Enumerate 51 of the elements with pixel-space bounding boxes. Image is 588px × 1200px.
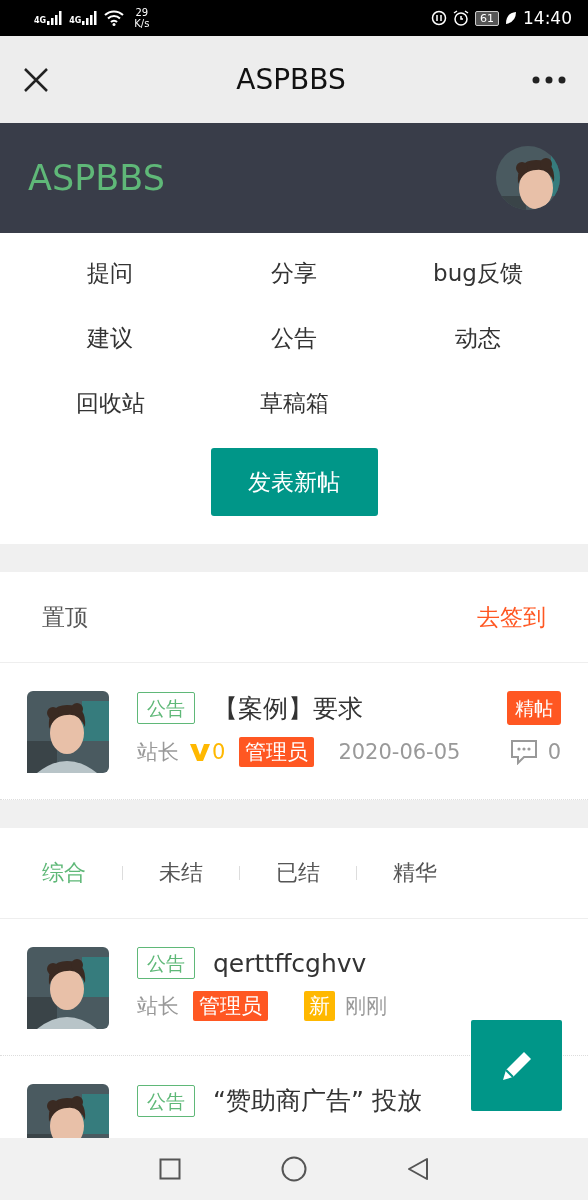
back-icon[interactable] [407,1157,429,1181]
category-link[interactable]: 草稿箱 [259,383,329,424]
featured-badge: 精帖 [507,691,561,725]
compose-button[interactable] [471,1020,562,1111]
close-icon[interactable] [22,65,50,94]
network-type: 4G [69,16,82,25]
speed-unit: K/s [134,18,150,29]
category-link[interactable]: 动态 [455,318,501,359]
vip-level: 0 [212,740,226,764]
post-title[interactable]: 【案例】要求 [213,691,363,725]
leaf-icon [505,11,517,25]
category-tag: 公告 [137,692,195,724]
clock-time: 14:40 [523,8,572,28]
vip-icon [189,742,211,762]
comment-count: 0 [547,740,561,764]
data-saver-icon [431,10,447,26]
category-link[interactable]: bug反馈 [433,253,523,294]
category-tag: 公告 [137,1084,195,1117]
category-tag: 公告 [137,947,195,979]
role-badge: 管理员 [193,991,268,1021]
alarm-icon [453,10,469,26]
category-link[interactable]: 提问 [87,253,133,294]
battery-level: 61 [475,10,499,26]
network-speed: 29 [135,7,149,18]
category-link[interactable]: 回收站 [75,383,145,424]
filter-tab[interactable]: 精华 [393,858,437,888]
network-type: 4G [34,16,47,25]
post-date: 刚刚 [345,993,387,1020]
author-name: 站长 [137,739,179,766]
wifi-icon [104,10,125,26]
site-logo[interactable]: ASPBBS [28,158,165,198]
category-link[interactable]: 分享 [271,253,317,294]
new-badge: 新 [304,991,335,1021]
section-title: 置顶 [42,602,88,632]
comment-icon [509,739,538,765]
role-badge: 管理员 [239,737,315,767]
category-link[interactable]: 建议 [87,318,133,359]
filter-tab[interactable]: 已结 [276,858,320,888]
post-title[interactable]: qerttffcghvv [213,948,367,978]
author-name: 站长 [137,993,179,1020]
signal-icon [82,11,99,25]
category-link[interactable]: 公告 [271,318,317,359]
post-title[interactable]: “赞助商广告” 投放 [213,1084,422,1117]
post-date: 2020-06-05 [338,740,461,764]
recents-icon[interactable] [159,1158,181,1180]
page-title: ASPBBS [236,63,346,96]
filter-tab[interactable]: 未结 [159,858,203,888]
home-icon[interactable] [281,1156,307,1182]
new-post-button[interactable]: 发表新帖 [210,448,378,516]
signal-icon [47,11,64,25]
more-icon[interactable] [532,75,566,84]
